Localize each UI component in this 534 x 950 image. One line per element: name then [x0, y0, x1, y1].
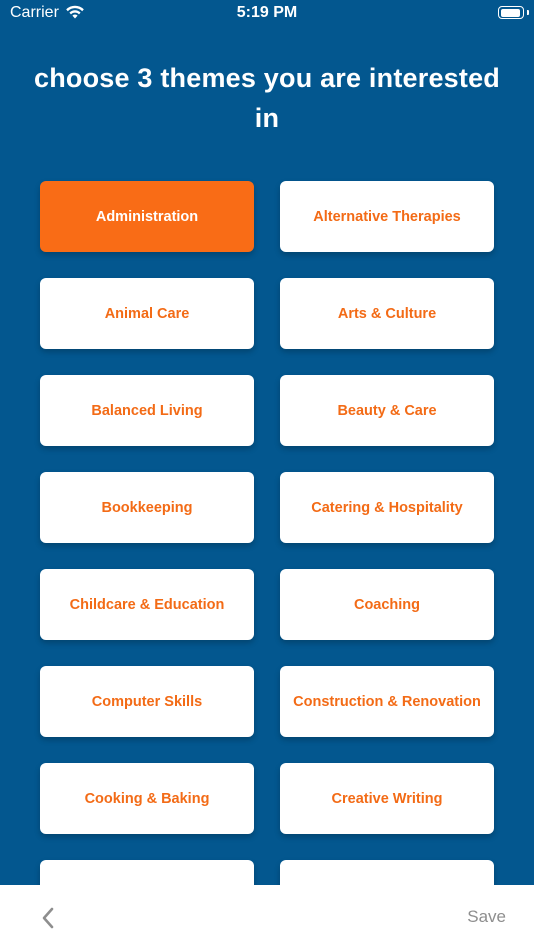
save-button[interactable]: Save: [467, 907, 506, 927]
theme-card[interactable]: Alternative Therapies: [280, 181, 494, 252]
theme-label: Childcare & Education: [69, 596, 225, 613]
theme-card[interactable]: Balanced Living: [40, 375, 254, 446]
theme-label: Coaching: [353, 596, 421, 613]
theme-card[interactable]: Arts & Culture: [280, 278, 494, 349]
battery-tip: [527, 10, 529, 15]
theme-card[interactable]: Animal Care: [40, 278, 254, 349]
theme-label: Beauty & Care: [337, 402, 437, 419]
page-title: choose 3 themes you are interested in: [34, 63, 500, 133]
battery-fill: [500, 8, 521, 17]
theme-grid: Administration Alternative Therapies Anima…: [40, 181, 494, 931]
theme-label: Construction & Renovation: [293, 693, 481, 710]
theme-label: Arts & Culture: [337, 305, 437, 322]
battery-icon: [498, 6, 524, 19]
theme-label: Creative Writing: [331, 790, 443, 807]
theme-card[interactable]: Cooking & Baking: [40, 763, 254, 834]
theme-card[interactable]: Bookkeeping: [40, 472, 254, 543]
chevron-left-icon[interactable]: [34, 903, 64, 933]
theme-card[interactable]: Computer Skills: [40, 666, 254, 737]
status-time: 5:19 PM: [236, 4, 298, 21]
theme-card[interactable]: Childcare & Education: [40, 569, 254, 640]
theme-label: Animal Care: [104, 305, 190, 322]
theme-card[interactable]: Construction & Renovation: [280, 666, 494, 737]
theme-label: Administration: [95, 208, 199, 225]
theme-label: Balanced Living: [91, 402, 203, 419]
theme-label: Catering & Hospitality: [311, 499, 463, 516]
theme-selection-screen: Carrier 5:19 PM choose 3 themes you are …: [0, 0, 534, 950]
theme-card[interactable]: Administration: [40, 181, 254, 252]
theme-card[interactable]: Beauty & Care: [280, 375, 494, 446]
bottom-bar: Save: [0, 885, 534, 950]
status-bar: Carrier 5:19 PM: [0, 0, 534, 30]
theme-label: Computer Skills: [91, 693, 203, 710]
theme-label: Bookkeeping: [101, 499, 193, 516]
theme-card[interactable]: Creative Writing: [280, 763, 494, 834]
theme-card[interactable]: Coaching: [280, 569, 494, 640]
theme-label: Cooking & Baking: [84, 790, 210, 807]
theme-label: Alternative Therapies: [313, 208, 461, 225]
theme-card[interactable]: Catering & Hospitality: [280, 472, 494, 543]
